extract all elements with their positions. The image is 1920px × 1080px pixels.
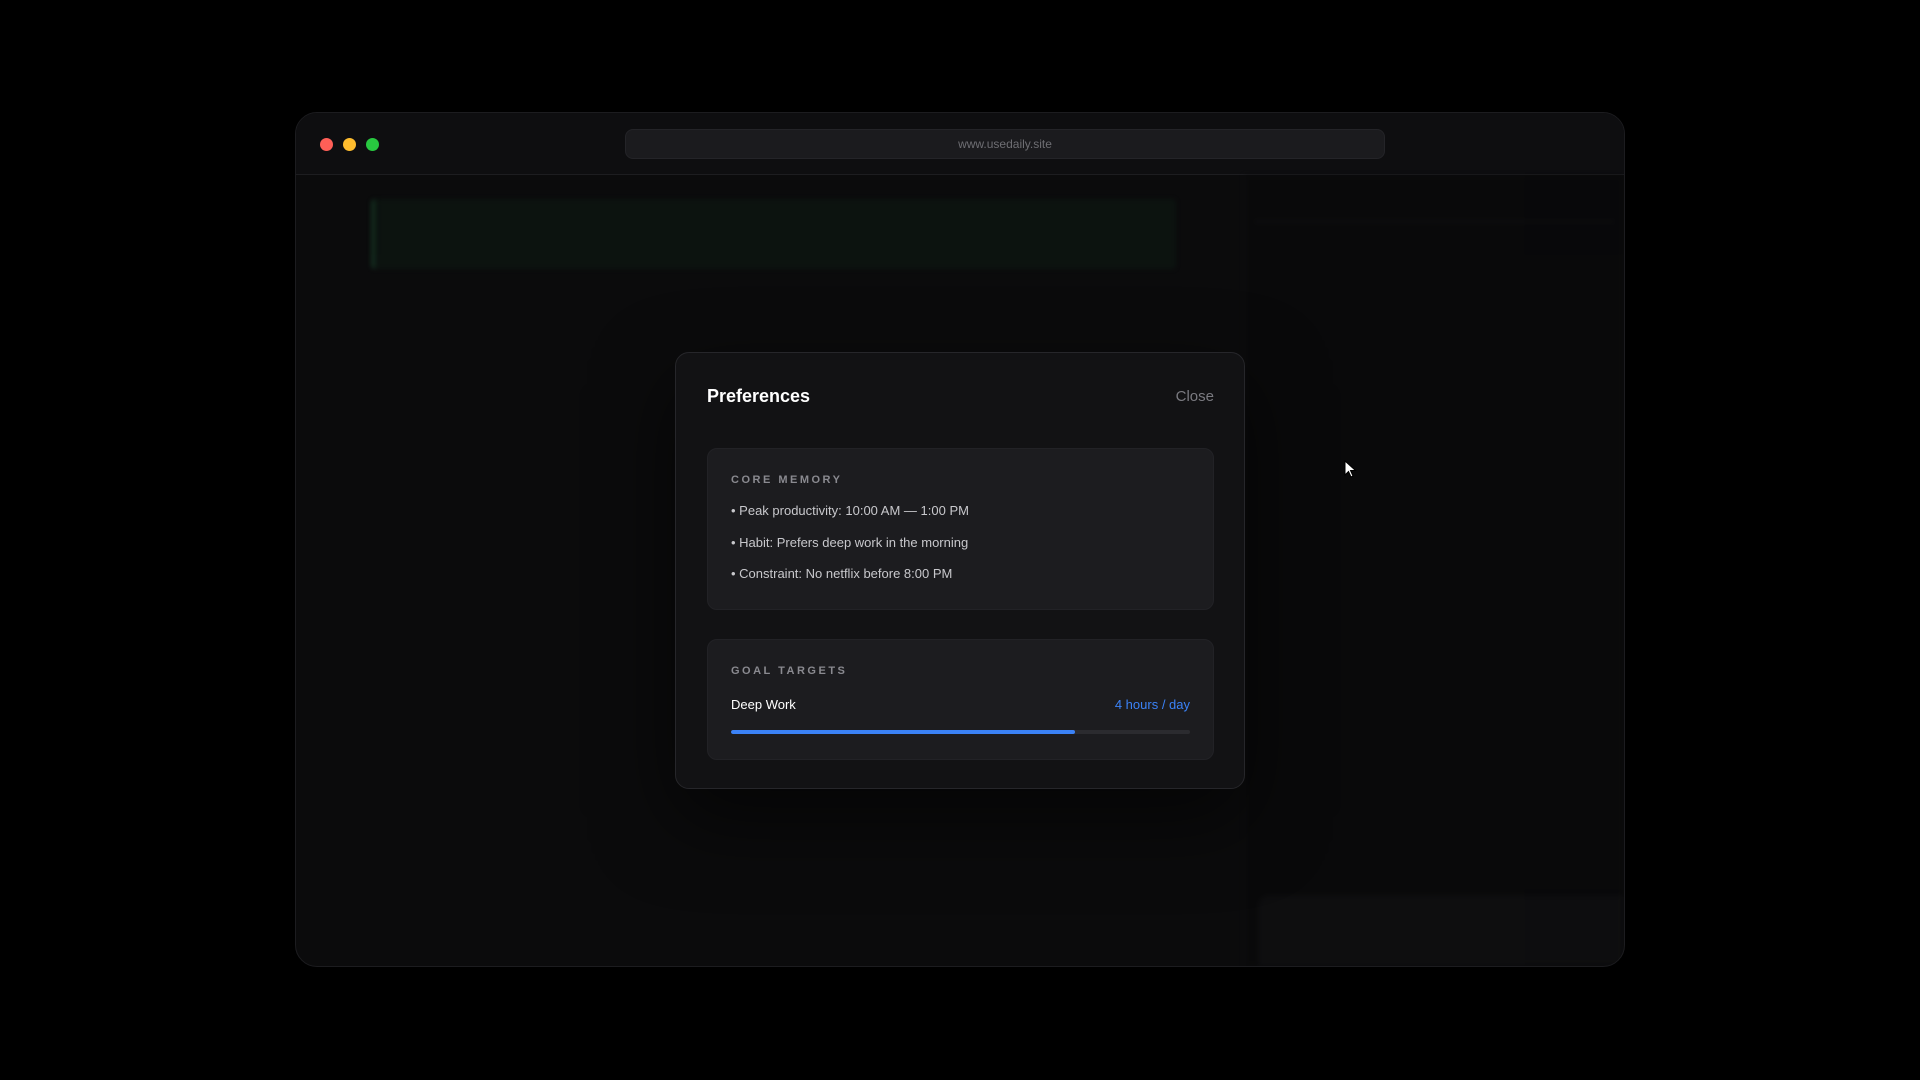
title-bar: www.usedaily.site (296, 113, 1624, 175)
chat-input[interactable] (1259, 896, 1624, 966)
goal-progress-bar (731, 730, 1190, 734)
goal-targets-label: GOAL TARGETS (731, 665, 848, 677)
close-window-button[interactable] (320, 138, 333, 151)
memory-item: • Habit: Prefers deep work in the mornin… (731, 534, 969, 550)
modal-title: Preferences (707, 386, 811, 406)
core-memory-label: CORE MEMORY (731, 474, 843, 486)
divider (1255, 221, 1614, 222)
goal-progress-fill (731, 730, 1076, 734)
preferences-modal: Preferences Close CORE MEMORY • Peak pro… (675, 352, 1245, 789)
calendar-event[interactable] (371, 199, 1176, 269)
arrow-cursor-icon (1344, 460, 1357, 478)
goal-targets-card: GOAL TARGETS Deep Work 4 hours / day (707, 639, 1214, 760)
core-memory-card: CORE MEMORY • Peak productivity: 10:00 A… (707, 448, 1214, 610)
close-button[interactable]: Close (1176, 388, 1214, 405)
goal-name: Deep Work (731, 697, 796, 712)
minimize-window-button[interactable] (343, 138, 356, 151)
core-memory-list: • Peak productivity: 10:00 AM — 1:00 PM … (731, 503, 969, 598)
right-panel (1244, 175, 1624, 966)
address-bar[interactable]: www.usedaily.site (625, 129, 1385, 159)
goal-target[interactable]: 4 hours / day (1115, 697, 1190, 712)
maximize-window-button[interactable] (366, 138, 379, 151)
memory-item: • Peak productivity: 10:00 AM — 1:00 PM (731, 503, 969, 518)
memory-item: • Constraint: No netflix before 8:00 PM (731, 566, 953, 581)
